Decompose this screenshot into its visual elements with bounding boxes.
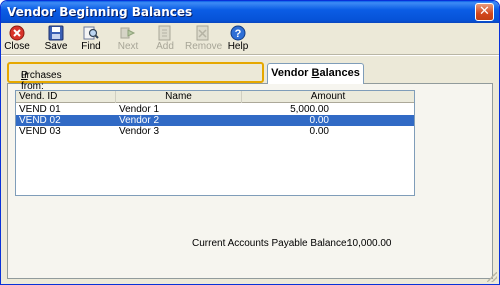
resize-grip[interactable] — [487, 272, 497, 282]
save-button[interactable]: Save — [43, 24, 69, 54]
tab-vendor-balances[interactable]: Vendor Balances — [267, 63, 364, 84]
ap-balance-label: Current Accounts Payable Balance: — [192, 238, 350, 249]
amount-cell: 0.00 — [309, 126, 329, 137]
ap-balance-value: 10,000.00 — [347, 238, 392, 249]
title-bar[interactable]: Vendor Beginning Balances ✕ — [1, 1, 499, 23]
name-cell: Vendor 2 — [119, 115, 160, 126]
next-button[interactable]: Next — [115, 24, 141, 54]
name-cell: Vendor 1 — [119, 104, 160, 115]
table-row-selected[interactable]: VEND 02 Vendor 2 0.00 — [16, 115, 414, 126]
window-close-button[interactable]: ✕ — [475, 3, 494, 21]
close-button[interactable]: Close — [4, 24, 30, 54]
close-button-label: Close — [4, 41, 30, 52]
amount-cell: 0.00 — [309, 115, 329, 126]
next-button-label: Next — [117, 41, 139, 52]
amount-cell: 5,000.00 — [290, 104, 329, 115]
vend-id-cell: VEND 01 — [19, 104, 61, 115]
vend-id-cell: VEND 03 — [19, 126, 61, 137]
vend-id-cell: VEND 02 — [19, 115, 61, 126]
find-button[interactable]: Find — [78, 24, 104, 54]
column-header-vend-id[interactable]: Vend. ID — [16, 91, 116, 103]
remove-button-label: Remove — [185, 41, 223, 52]
svg-text:?: ? — [235, 28, 242, 40]
vendor-balances-grid[interactable]: Vend. ID Name Amount VEND 01 Vendor 1 5,… — [15, 90, 415, 196]
remove-icon — [196, 25, 209, 41]
find-button-label: Find — [81, 41, 101, 52]
add-button-label: Add — [156, 41, 174, 52]
add-button[interactable]: Add — [153, 24, 177, 54]
save-icon — [48, 25, 64, 41]
column-header-amount[interactable]: Amount — [242, 91, 414, 103]
purchases-from-tab[interactable]: Purchases from: VEND 02 Vendor 2 — [7, 62, 264, 125]
vendor-balances-window: Vendor Beginning Balances ✕ Close Save F… — [0, 0, 500, 285]
table-row[interactable]: VEND 01 Vendor 1 5,000.00 — [16, 104, 414, 115]
remove-button[interactable]: Remove — [185, 24, 223, 54]
toolbar: Close Save Find Next Add Remove ? Help — [4, 24, 496, 54]
window-title: Vendor Beginning Balances — [7, 5, 193, 19]
table-row[interactable]: VEND 03 Vendor 3 0.00 — [16, 126, 414, 137]
next-icon — [120, 27, 136, 39]
help-icon: ? — [230, 25, 246, 41]
close-icon — [9, 25, 25, 41]
name-cell: Vendor 3 — [119, 126, 160, 137]
add-icon — [158, 25, 171, 41]
grid-header: Vend. ID Name Amount — [16, 91, 414, 103]
column-header-name[interactable]: Name — [116, 91, 242, 103]
save-button-label: Save — [44, 41, 68, 52]
help-button-label: Help — [227, 41, 249, 52]
help-button[interactable]: ? Help — [226, 24, 250, 54]
toolbar-separator — [1, 54, 499, 56]
find-icon — [83, 26, 99, 40]
